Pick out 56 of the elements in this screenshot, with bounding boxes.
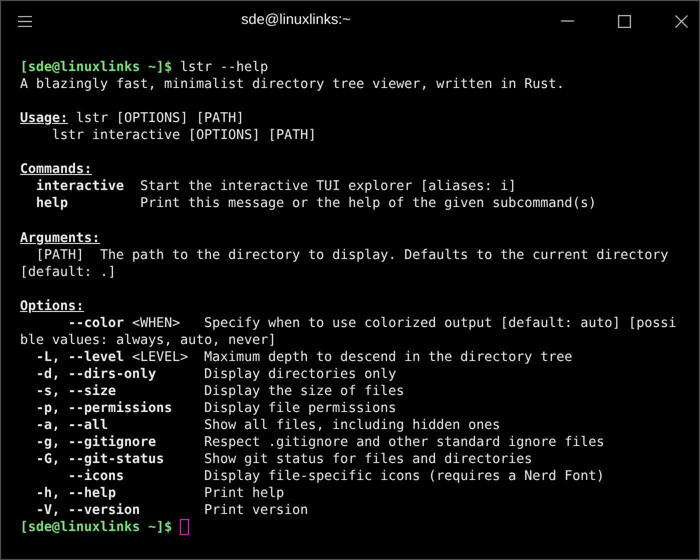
section-heading: Commands: (20, 161, 92, 178)
window-title: sde@linuxlinks:~ (240, 11, 352, 30)
option-short-name: -V, (36, 502, 60, 520)
section-heading: Arguments: (20, 230, 100, 247)
usage-text: lstr interactive [OPTIONS] [PATH] (52, 127, 316, 144)
option-short-name: -h, (36, 485, 60, 502)
section-heading: Usage: (20, 110, 68, 128)
option-long-name: --git-status (68, 451, 164, 468)
option-long-name: --all (68, 417, 108, 434)
option-description: Print help (204, 485, 284, 502)
option-description: Specify when to use colorized output [default: auto] [possi (204, 314, 676, 332)
option-description: Print version (204, 502, 308, 520)
argument-description: The path to the directory to display. Defaults to the current directory (100, 246, 668, 264)
option-description: Display file permissions (204, 400, 396, 418)
argument-name: [PATH] (36, 246, 84, 264)
output-text: A blazingly fast, minimalist directory tree viewer, written in Rust. (20, 76, 564, 94)
option-description: Respect .gitignore and other standard ignore files (204, 434, 604, 452)
option-long-name: --help (68, 485, 116, 502)
command-text: lstr --help (180, 59, 268, 76)
option-long-name: --level (68, 348, 124, 366)
option-long-name: --size (68, 382, 116, 400)
option-short-name: -d, (36, 366, 60, 383)
maximize-icon[interactable] (618, 14, 630, 28)
minimize-icon[interactable] (560, 20, 574, 22)
option-long-name: --dirs-only (68, 366, 156, 383)
option-short-name: -p, (36, 400, 60, 418)
output-text: ble values: always, auto, never] (20, 332, 276, 349)
option-description: Maximum depth to descend in the directory tree (204, 348, 572, 366)
option-description: Display directories only (204, 366, 396, 383)
option-long-name: --color (68, 314, 124, 332)
shell-prompt: [sde@linuxlinks ~]$ (20, 519, 172, 536)
option-value: <WHEN> (132, 314, 180, 332)
option-short-name: -g, (36, 434, 60, 452)
usage-text: lstr [OPTIONS] [PATH] (76, 110, 244, 128)
option-description: Show git status for files and directories (204, 451, 532, 468)
option-long-name: --icons (68, 468, 124, 486)
option-description: Display file-specific icons (requires a Nerd Font) (204, 468, 604, 486)
option-short-name: -G, (36, 451, 60, 468)
option-long-name: --permissions (68, 400, 172, 418)
option-long-name: --version (68, 502, 140, 520)
command-description: Start the interactive TUI explorer [aliases: i] (140, 178, 516, 196)
command-name: interactive (36, 178, 124, 196)
option-description: Show all files, including hidden ones (204, 417, 500, 434)
option-short-name: -L, (36, 348, 60, 366)
section-heading: Options: (20, 298, 84, 315)
close-icon[interactable] (674, 14, 688, 28)
shell-prompt: [sde@linuxlinks ~]$ (20, 59, 172, 76)
option-short-name: -a, (36, 417, 60, 434)
menu-icon[interactable] (18, 16, 32, 26)
command-description: Print this message or the help of the given subcommand(s) (140, 195, 596, 212)
option-short-name: -s, (36, 382, 60, 400)
output-text: [default: .] (20, 264, 116, 281)
option-long-name: --gitignore (68, 434, 156, 452)
command-name: help (36, 195, 68, 212)
option-description: Display the size of files (204, 382, 404, 400)
option-value: <LEVEL> (132, 348, 188, 366)
